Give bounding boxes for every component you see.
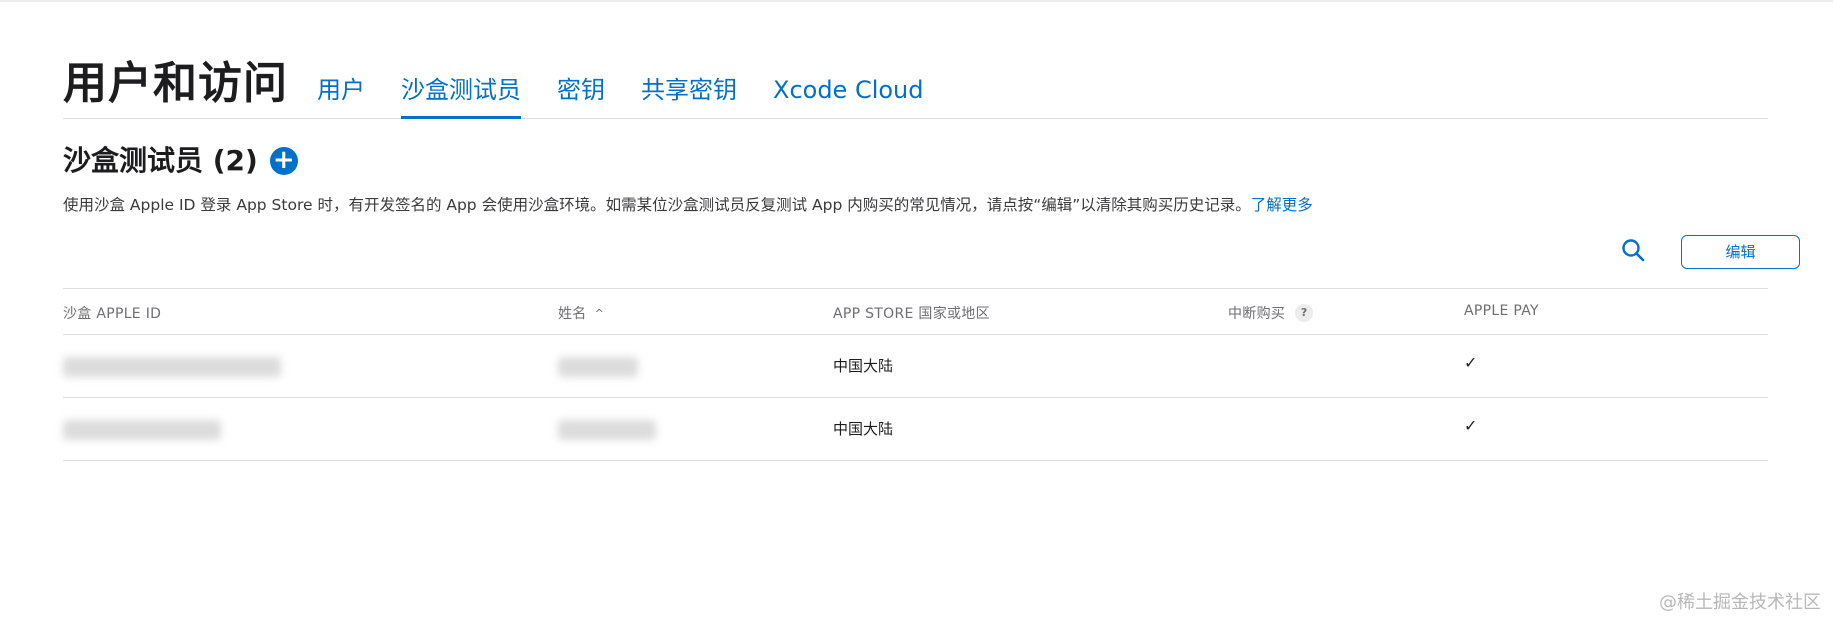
top-divider	[0, 0, 1833, 2]
table-row[interactable]: 中国大陆 ✓	[63, 398, 1768, 461]
column-header-apple-pay[interactable]: APPLE PAY	[1464, 303, 1539, 319]
tab-xcode-cloud[interactable]: Xcode Cloud	[759, 72, 938, 118]
table-header: 沙盒 APPLE ID 姓名 ^ APP STORE 国家或地区 中断购买? AP…	[63, 288, 1768, 335]
region-cell: 中国大陆	[833, 357, 894, 375]
tab-keys[interactable]: 密钥	[543, 72, 619, 118]
tab-users[interactable]: 用户	[303, 72, 379, 118]
redacted-name	[558, 357, 638, 377]
column-header-name[interactable]: 姓名 ^	[558, 303, 604, 323]
column-header-apple-id[interactable]: 沙盒 APPLE ID	[63, 303, 161, 323]
checkmark-icon: ✓	[1464, 416, 1478, 435]
column-label: 中断购买	[1228, 306, 1286, 322]
search-icon[interactable]	[1620, 237, 1646, 263]
plus-circle-icon[interactable]: +	[269, 147, 298, 175]
section-description: 使用沙盒 Apple ID 登录 App Store 时，有开发签名的 App …	[63, 194, 1313, 216]
checkmark-icon: ✓	[1464, 353, 1478, 372]
help-icon[interactable]: ?	[1295, 304, 1314, 322]
column-label: APP STORE 国家或地区	[833, 306, 990, 322]
sort-ascending-icon: ^	[594, 306, 605, 320]
sandbox-testers-table: 沙盒 APPLE ID 姓名 ^ APP STORE 国家或地区 中断购买? AP…	[63, 288, 1768, 461]
watermark: @稀土掘金技术社区	[1659, 592, 1821, 613]
redacted-apple-id	[63, 420, 221, 440]
section-title: 沙盒测试员 (2)	[63, 144, 258, 177]
column-label: APPLE PAY	[1464, 303, 1539, 319]
column-header-region[interactable]: APP STORE 国家或地区	[833, 303, 990, 323]
column-label: 姓名	[558, 306, 587, 322]
tab-sandbox-testers[interactable]: 沙盒测试员	[387, 72, 535, 119]
page-header: 用户和访问 用户 沙盒测试员 密钥 共享密钥 Xcode Cloud	[63, 52, 1768, 119]
region-cell: 中国大陆	[833, 420, 894, 438]
redacted-name	[558, 420, 656, 440]
description-text: 使用沙盒 Apple ID 登录 App Store 时，有开发签名的 App …	[63, 196, 1251, 214]
edit-button[interactable]: 编辑	[1681, 235, 1800, 269]
section-title-wrap: 沙盒测试员 (2) +	[63, 141, 298, 181]
tab-shared-secret[interactable]: 共享密钥	[627, 72, 751, 118]
page-title: 用户和访问	[63, 58, 288, 109]
column-label: 沙盒 APPLE ID	[63, 306, 162, 322]
redacted-apple-id	[63, 357, 281, 377]
learn-more-link[interactable]: 了解更多	[1251, 196, 1313, 214]
table-row[interactable]: 中国大陆 ✓	[63, 335, 1768, 398]
nav-tabs: 用户 沙盒测试员 密钥 共享密钥 Xcode Cloud	[303, 72, 946, 119]
column-header-interrupt[interactable]: 中断购买?	[1228, 303, 1314, 323]
